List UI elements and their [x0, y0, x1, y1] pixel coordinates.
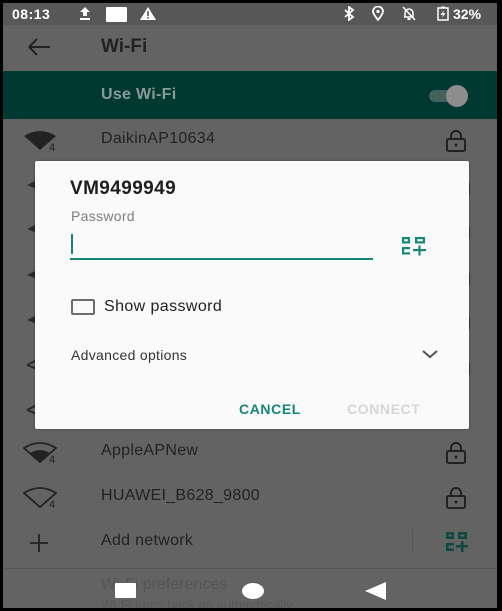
- network-row[interactable]: 4 HUAWEI_B628_9800: [3, 476, 497, 520]
- status-bar: 08:13 32%: [3, 3, 497, 25]
- home-icon[interactable]: [242, 583, 264, 599]
- battery-charging-icon: [437, 6, 449, 21]
- chevron-down-icon[interactable]: [421, 347, 439, 359]
- status-time: 08:13: [12, 6, 51, 22]
- dialog-title: VM9499949: [70, 178, 177, 199]
- cancel-button[interactable]: CANCEL: [239, 401, 301, 417]
- svg-text:4: 4: [49, 454, 55, 464]
- text-caret: [71, 234, 73, 254]
- wifi-signal-medium-icon: 4: [22, 442, 59, 466]
- lock-icon: [444, 129, 468, 153]
- show-password-checkbox[interactable]: [71, 299, 95, 315]
- divider: [3, 568, 497, 569]
- network-row[interactable]: 4 AppleAPNew: [3, 431, 497, 475]
- add-network-row[interactable]: Add network: [3, 521, 497, 565]
- password-input[interactable]: [70, 230, 373, 260]
- bluetooth-icon: [343, 6, 355, 21]
- use-wifi-toggle-thumb[interactable]: [446, 85, 468, 107]
- lock-icon: [444, 441, 468, 465]
- network-row[interactable]: 4 DaikinAP10634: [3, 119, 497, 163]
- plus-icon: [27, 531, 51, 555]
- wifi-settings-screen: 08:13 32% Wi-Fi Use Wi-Fi 4 DaikinAP1063…: [3, 3, 497, 608]
- svg-text:4: 4: [49, 142, 55, 152]
- network-ssid: HUAWEI_B628_9800: [101, 487, 260, 504]
- show-password-label[interactable]: Show password: [104, 298, 222, 316]
- divider: [412, 529, 413, 553]
- location-icon: [371, 6, 385, 21]
- wifi-signal-low-icon: 4: [22, 487, 59, 511]
- lock-icon: [444, 486, 468, 510]
- qr-code-scan-icon[interactable]: [401, 236, 427, 256]
- use-wifi-label: Use Wi-Fi: [101, 86, 177, 103]
- qr-code-scan-icon[interactable]: [445, 531, 469, 553]
- navigation-bar: [3, 571, 497, 608]
- password-label: Password: [71, 208, 135, 224]
- app-bar: Wi-Fi: [3, 25, 497, 71]
- add-network-label: Add network: [101, 532, 194, 549]
- arrow-back-icon[interactable]: [25, 35, 53, 59]
- recent-apps-icon[interactable]: [115, 583, 136, 598]
- notifications-off-icon: [401, 6, 417, 21]
- page-title: Wi-Fi: [101, 36, 148, 57]
- wifi-password-dialog: VM9499949 Password Show password Advance…: [35, 161, 469, 429]
- notification-square-icon: [106, 7, 127, 22]
- network-ssid: AppleAPNew: [101, 442, 199, 459]
- warning-icon: [139, 6, 157, 21]
- upload-icon: [78, 6, 92, 21]
- battery-percent: 32%: [453, 6, 482, 22]
- wifi-signal-full-icon: 4: [23, 130, 59, 154]
- connect-button[interactable]: CONNECT: [347, 401, 420, 417]
- advanced-options-label[interactable]: Advanced options: [71, 347, 187, 363]
- back-triangle-icon[interactable]: [365, 582, 386, 600]
- use-wifi-row[interactable]: Use Wi-Fi: [3, 71, 497, 119]
- svg-text:4: 4: [49, 499, 55, 509]
- network-ssid: DaikinAP10634: [101, 130, 216, 147]
